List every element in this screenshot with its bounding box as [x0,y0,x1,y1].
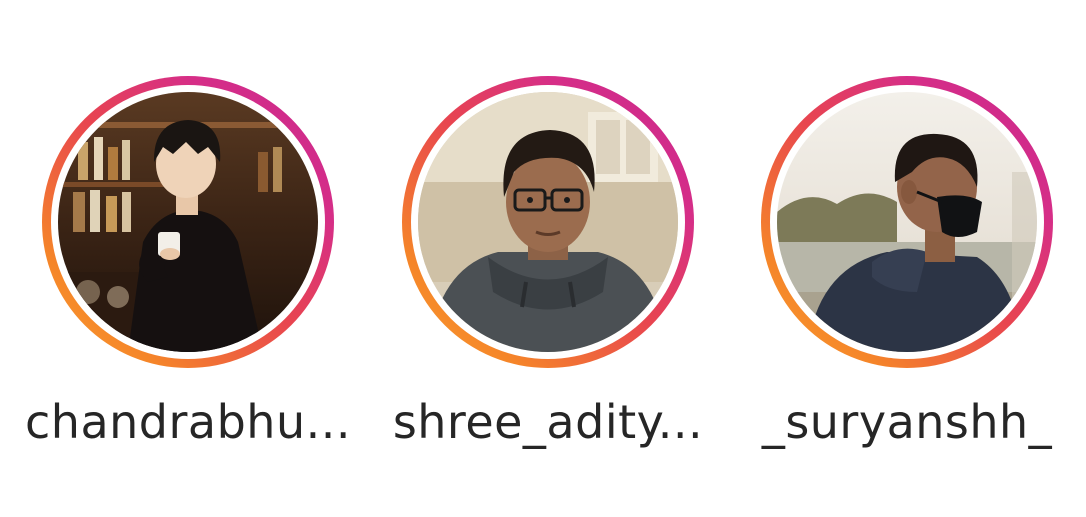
avatar[interactable] [418,92,678,352]
story-item[interactable]: chandrabhu... [23,76,353,456]
story-item[interactable]: _suryanshh_ [742,76,1072,456]
story-ring[interactable] [42,76,334,368]
story-ring[interactable] [761,76,1053,368]
avatar[interactable] [58,92,318,352]
anime-bartender-avatar [58,92,318,352]
glasses-hoodie-selfie-avatar [418,92,678,352]
story-username[interactable]: shree_adity... [393,396,703,449]
avatar[interactable] [777,92,1037,352]
story-username[interactable]: _suryanshh_ [762,396,1052,449]
stories-tray: chandrabhu... shree_adity... _suryanshh_ [0,0,1086,517]
masked-outdoor-profile-avatar [777,92,1037,352]
story-ring[interactable] [402,76,694,368]
story-username[interactable]: chandrabhu... [25,396,351,449]
story-item[interactable]: shree_adity... [383,76,713,456]
